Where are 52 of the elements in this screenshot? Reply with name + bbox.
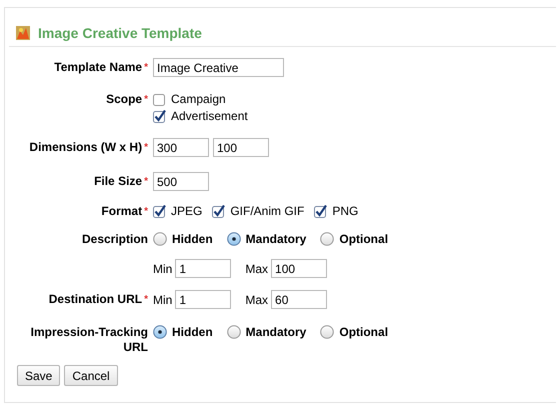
field-label: Dimensions (W x H)	[29, 140, 142, 154]
min-label: Min	[153, 292, 172, 307]
form-button[interactable]: Save	[17, 365, 60, 386]
field-label: Format	[101, 204, 142, 218]
required-mark: *	[144, 294, 148, 305]
checkbox-label: JPEG	[171, 204, 202, 218]
radio-button[interactable]	[320, 325, 334, 339]
radio-label: Mandatory	[246, 232, 306, 246]
radio-label: Mandatory	[246, 325, 306, 339]
checkbox-label: Advertisement	[171, 109, 248, 123]
panel-title: Image Creative Template	[38, 25, 202, 41]
required-mark: *	[144, 142, 148, 153]
checkbox[interactable]	[153, 110, 166, 122]
field-label: Template Name	[54, 60, 142, 74]
input-field[interactable]: 1	[175, 290, 232, 309]
input-field[interactable]: 300	[153, 138, 209, 157]
radio-button[interactable]	[153, 325, 167, 339]
form-button[interactable]: Cancel	[64, 365, 118, 386]
checkbox-label: GIF/Anim GIF	[230, 204, 304, 218]
radio-button[interactable]	[153, 232, 167, 246]
required-mark: *	[144, 94, 148, 105]
field-label: Description	[82, 232, 148, 246]
checkbox[interactable]	[314, 204, 328, 218]
field-label: Impression-Tracking URL	[30, 325, 148, 354]
radio-button[interactable]	[226, 232, 241, 246]
field-label: File Size	[94, 174, 142, 188]
min-label: Min	[153, 261, 172, 276]
required-mark: *	[144, 62, 148, 73]
input-field[interactable]: 500	[153, 172, 209, 191]
radio-label: Hidden	[172, 232, 213, 246]
checkbox[interactable]	[153, 204, 166, 218]
max-label: Max	[245, 261, 268, 276]
checkbox[interactable]	[212, 204, 226, 218]
radio-label: Hidden	[172, 325, 213, 339]
image-icon	[16, 26, 30, 40]
checkbox-label: PNG	[332, 204, 358, 218]
radio-button[interactable]	[226, 325, 241, 339]
input-field[interactable]: 100	[271, 259, 328, 278]
input-field[interactable]: 100	[213, 138, 269, 157]
input-field[interactable]: Image Creative	[153, 58, 284, 77]
field-label: Scope	[106, 92, 142, 106]
field-label: Destination URL	[48, 292, 142, 306]
input-field[interactable]: 60	[271, 290, 328, 309]
radio-label: Optional	[339, 325, 388, 339]
max-label: Max	[245, 292, 268, 307]
required-mark: *	[144, 176, 148, 187]
input-field[interactable]: 1	[175, 259, 232, 278]
radio-button[interactable]	[320, 232, 334, 246]
radio-label: Optional	[339, 232, 388, 246]
checkbox[interactable]	[153, 92, 166, 106]
required-mark: *	[144, 206, 148, 217]
checkbox-label: Campaign	[171, 92, 226, 106]
